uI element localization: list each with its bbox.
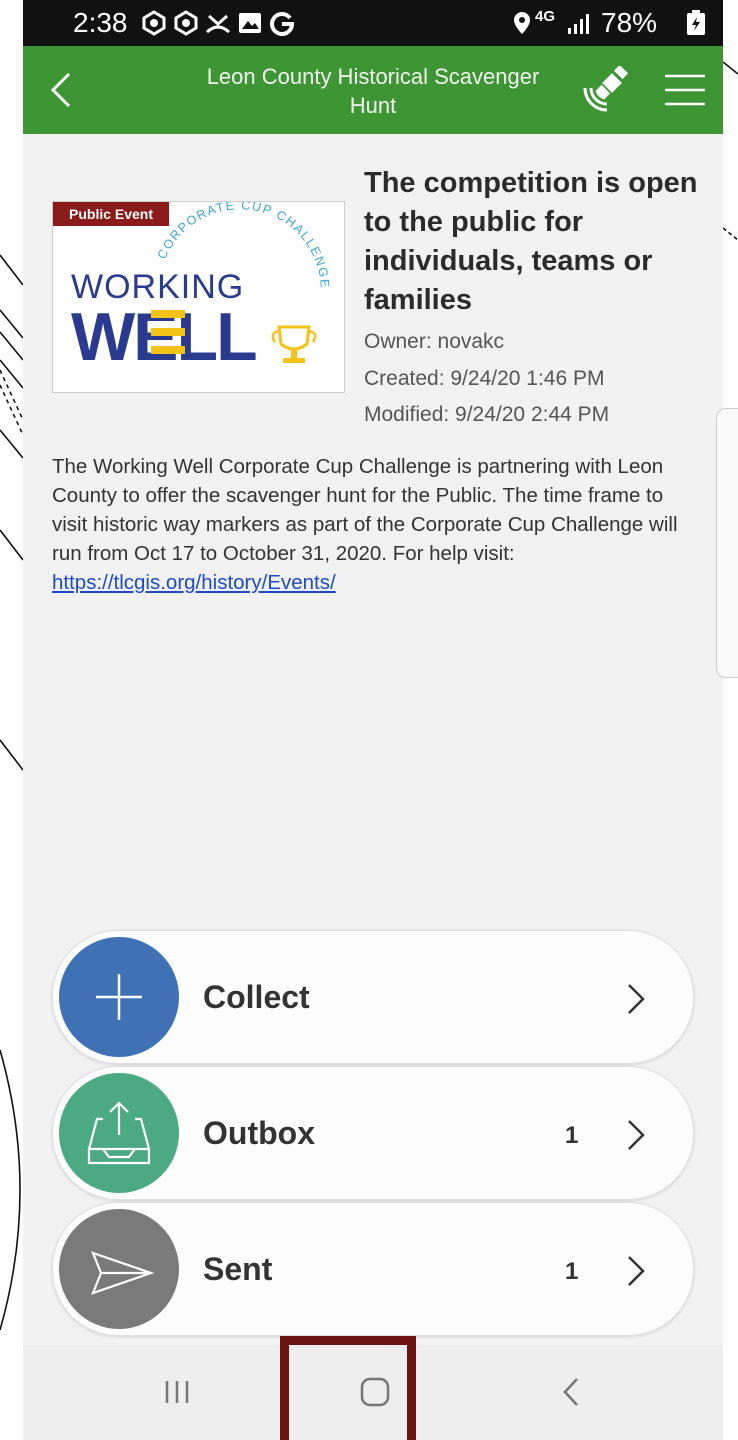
outbox-tray-icon xyxy=(87,1101,151,1165)
sent-icon-circle xyxy=(59,1209,179,1329)
event-description: The Working Well Corporate Cup Challenge… xyxy=(52,452,692,597)
event-modified: Modified: 9/24/20 2:44 PM xyxy=(364,403,610,426)
plus-icon xyxy=(96,974,142,1020)
phone-screen: 2:38 4G 78% Leon County Historical Scave… xyxy=(23,0,723,1440)
event-owner: Owner: novakc xyxy=(364,330,505,353)
event-created: Created: 9/24/20 1:46 PM xyxy=(364,367,605,390)
chevron-right-icon xyxy=(628,984,645,1014)
event-title: The competition is open to the public fo… xyxy=(364,167,698,316)
outbox-label: Outbox xyxy=(203,1115,315,1151)
battery-level: 78% xyxy=(601,7,658,38)
outbox-button[interactable]: Outbox 1 xyxy=(52,1066,694,1200)
trophy-icon xyxy=(271,325,317,363)
status-bar: 2:38 4G 78% xyxy=(23,0,723,46)
sent-label: Sent xyxy=(203,1251,273,1287)
signal-icon xyxy=(568,14,589,34)
sent-count: 1 xyxy=(565,1258,579,1285)
home-button-highlight xyxy=(280,1336,416,1440)
gps-satellite-icon[interactable] xyxy=(579,66,635,116)
chevron-right-icon xyxy=(628,1256,645,1286)
gallery-icon xyxy=(239,13,261,33)
network-type: 4G xyxy=(535,8,556,25)
event-thumbnail: CORPORATE CUP CHALLENGE WORKING WELL Pub… xyxy=(52,201,345,393)
app-header: Leon County Historical Scavenger Hunt xyxy=(23,46,723,134)
location-icon xyxy=(514,12,530,34)
notification-icon xyxy=(174,10,198,36)
back-icon[interactable] xyxy=(541,1367,601,1417)
status-time: 2:38 xyxy=(73,7,128,38)
app-title: Leon County Historical Scavenger Hunt xyxy=(206,64,540,118)
paper-plane-icon xyxy=(91,1251,155,1295)
collect-label: Collect xyxy=(203,979,310,1015)
help-link[interactable]: https://tlcgis.org/history/Events/ xyxy=(52,571,336,594)
back-button[interactable] xyxy=(41,66,81,114)
outbox-count: 1 xyxy=(565,1122,579,1149)
notification-icon xyxy=(142,10,166,36)
collect-icon-circle xyxy=(59,937,179,1057)
outbox-icon-circle xyxy=(59,1073,179,1193)
hamburger-menu-icon[interactable] xyxy=(663,72,707,108)
google-icon xyxy=(270,12,295,36)
sent-button[interactable]: Sent 1 xyxy=(52,1202,694,1336)
description-text: The Working Well Corporate Cup Challenge… xyxy=(52,455,678,565)
public-event-badge: Public Event xyxy=(53,202,170,226)
recents-icon[interactable] xyxy=(147,1367,207,1417)
battery-icon xyxy=(687,10,705,35)
missed-call-icon xyxy=(205,14,231,34)
collect-button[interactable]: Collect xyxy=(52,930,694,1064)
chevron-right-icon xyxy=(628,1120,645,1150)
side-panel-tab[interactable] xyxy=(716,408,738,678)
working-well-logo: CORPORATE CUP CHALLENGE WORKING WELL xyxy=(71,202,330,375)
